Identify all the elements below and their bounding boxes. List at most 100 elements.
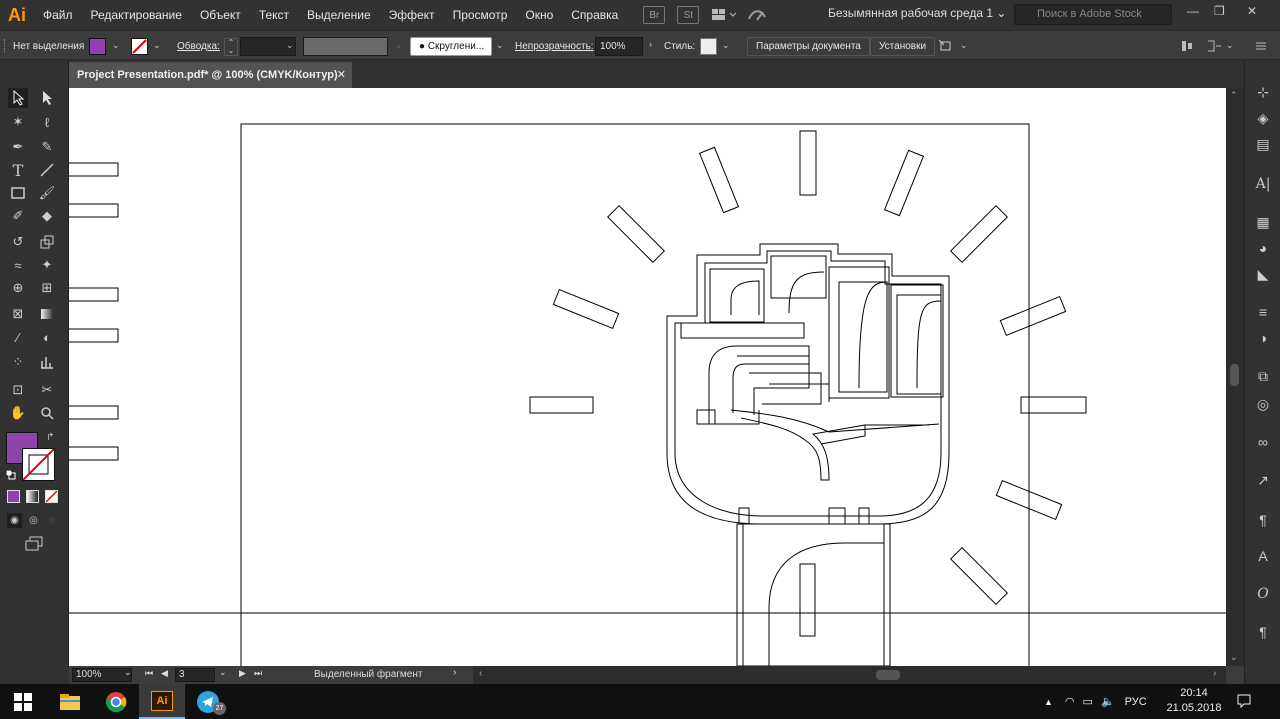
chevron-down-icon[interactable]: ⌄ — [219, 667, 227, 678]
telegram-icon[interactable]: 27 — [185, 684, 231, 719]
type-tool-icon[interactable]: T — [8, 160, 28, 180]
links-panel-icon[interactable]: ∞ — [1253, 432, 1273, 452]
document-setup-button[interactable]: Параметры документа — [747, 37, 870, 56]
appearance-panel-icon[interactable]: ◎ — [1253, 394, 1273, 414]
chrome-icon[interactable] — [93, 684, 139, 719]
transform-icon[interactable] — [938, 39, 954, 53]
gradient-mode-button[interactable] — [26, 490, 39, 503]
scrollbar-thumb[interactable] — [876, 670, 900, 680]
chevron-down-icon[interactable]: ⌄ — [496, 40, 504, 51]
swatches-panel-icon[interactable]: ▦ — [1253, 212, 1273, 232]
scroll-right-icon[interactable]: › — [1213, 668, 1216, 679]
opacity-input[interactable]: 100% — [595, 37, 643, 56]
document-tab[interactable]: Project Presentation.pdf* @ 100% (CMYK/К… — [69, 62, 352, 88]
chevron-right-icon[interactable]: › — [453, 667, 456, 678]
menu-effect[interactable]: Эффект — [380, 0, 444, 30]
symbol-sprayer-tool-icon[interactable]: ⁘ — [8, 352, 28, 372]
variable-width-profile[interactable] — [303, 37, 388, 56]
artboards-panel-icon[interactable]: ⊹ — [1253, 82, 1273, 102]
isolate-icon[interactable] — [1206, 39, 1222, 53]
none-mode-button[interactable] — [45, 490, 58, 503]
arrange-documents-icon[interactable] — [711, 7, 739, 23]
illustrator-logo[interactable]: Ai — [0, 0, 34, 30]
puppet-warp-tool-icon[interactable]: ✦ — [37, 255, 57, 275]
character-styles-icon[interactable]: A — [1253, 546, 1273, 566]
illustrator-taskbar-icon[interactable]: Ai — [139, 684, 185, 719]
vertical-scrollbar[interactable]: ⌃ ⌄ — [1226, 88, 1244, 666]
lasso-tool-icon[interactable]: ℓ — [37, 112, 57, 132]
chevron-down-icon[interactable]: ⌄ — [722, 40, 730, 51]
color-mode-button[interactable] — [7, 490, 20, 503]
menu-help[interactable]: Справка — [562, 0, 627, 30]
eraser-tool-icon[interactable]: ◆ — [37, 206, 57, 226]
blend-tool-icon[interactable]: ◐ — [37, 327, 57, 347]
draw-normal-icon[interactable]: ◉ — [7, 513, 22, 528]
last-artboard-icon[interactable]: ⏭ — [254, 668, 262, 679]
zoom-select[interactable]: 100% — [72, 668, 132, 682]
export-panel-icon[interactable]: ↗ — [1253, 470, 1273, 490]
mesh-tool-icon[interactable]: ⊠ — [8, 304, 28, 324]
clock[interactable]: 20:14 21.05.2018 — [1166, 686, 1222, 716]
close-window-button[interactable]: ✕ — [1247, 4, 1257, 18]
color-guide-icon[interactable]: ◕ — [1253, 238, 1273, 258]
file-explorer-icon[interactable] — [47, 684, 93, 719]
stock-button[interactable]: St — [677, 6, 700, 24]
previous-artboard-icon[interactable]: ◀ — [161, 668, 168, 679]
stroke-color-box[interactable] — [22, 448, 55, 481]
stock-search-input[interactable]: Поиск в Adobe Stock — [1014, 4, 1172, 25]
swap-colors-icon[interactable]: ↱ — [46, 432, 54, 443]
artboard-number-input[interactable]: 3 — [175, 668, 215, 682]
status-info-text[interactable]: Выделенный фрагмент — [314, 669, 422, 680]
direct-selection-tool-icon[interactable] — [37, 88, 57, 108]
preferences-button[interactable]: Установки — [870, 37, 936, 56]
shaper-tool-icon[interactable]: ✐ — [8, 206, 28, 226]
gradient-tool-icon[interactable] — [37, 304, 57, 324]
scroll-left-icon[interactable]: ‹ — [479, 668, 482, 679]
scroll-up-icon[interactable]: ⌃ — [1230, 90, 1238, 101]
properties-panel-icon[interactable]: ▤ — [1253, 134, 1273, 154]
slice-tool-icon[interactable]: ✂ — [37, 380, 57, 400]
wifi-icon[interactable]: ◠ — [1065, 695, 1075, 708]
first-artboard-icon[interactable]: ⏮ — [145, 668, 153, 679]
width-tool-icon[interactable]: ≈ — [8, 255, 28, 275]
curvature-tool-icon[interactable]: ✎ — [37, 137, 57, 157]
align-icon[interactable] — [1180, 39, 1196, 53]
selection-tool-icon[interactable] — [8, 88, 28, 108]
graphic-style-swatch[interactable] — [700, 38, 717, 55]
close-icon[interactable]: ✕ — [337, 62, 346, 88]
bridge-button[interactable]: Br — [643, 6, 666, 24]
gradient-panel-icon[interactable]: ◣ — [1253, 264, 1273, 284]
zoom-tool-icon[interactable] — [37, 403, 57, 423]
magic-wand-tool-icon[interactable]: ✶ — [8, 112, 28, 132]
artboard-tool-icon[interactable]: ⊡ — [8, 380, 28, 400]
gpu-performance-icon[interactable] — [747, 7, 769, 23]
stroke-swatch[interactable] — [131, 38, 148, 55]
chevron-down-icon[interactable]: ⌄ — [1226, 40, 1234, 51]
windows-start-icon[interactable] — [0, 684, 46, 719]
battery-icon[interactable]: ▭ — [1083, 695, 1093, 708]
opentype-panel-icon[interactable]: O — [1253, 584, 1273, 604]
paragraph-panel-icon[interactable]: ¶ — [1253, 622, 1273, 642]
scale-tool-icon[interactable] — [37, 232, 57, 252]
minimize-button[interactable]: — — [1187, 4, 1199, 18]
artboard-canvas[interactable] — [69, 88, 1226, 666]
stroke-label[interactable]: Обводка: — [177, 31, 220, 61]
rectangle-tool-icon[interactable] — [8, 183, 28, 203]
graph-tool-icon[interactable] — [37, 352, 57, 372]
shape-builder-tool-icon[interactable]: ⊕ — [8, 278, 28, 298]
menu-type[interactable]: Текст — [250, 0, 298, 30]
chevron-down-icon[interactable]: ⌄ — [153, 40, 161, 51]
character-panel-icon[interactable]: A| — [1253, 174, 1273, 194]
next-artboard-icon[interactable]: ▶ — [239, 668, 246, 679]
menu-select[interactable]: Выделение — [298, 0, 380, 30]
perspective-grid-tool-icon[interactable]: ⊞ — [37, 278, 57, 298]
chevron-down-icon[interactable]: ⌄ — [960, 40, 968, 51]
workspace-switcher[interactable]: Безымянная рабочая среда 1 ⌄ — [828, 6, 1006, 20]
screen-mode-icon[interactable] — [24, 535, 44, 551]
chevron-down-icon[interactable]: ⌄ — [112, 40, 120, 51]
restore-button[interactable]: ❐ — [1214, 4, 1225, 18]
stroke-panel-icon[interactable]: ≡ — [1253, 302, 1273, 322]
chevron-right-icon[interactable]: › — [649, 39, 652, 49]
pathfinder-panel-icon[interactable]: ⧉ — [1253, 366, 1273, 386]
paintbrush-tool-icon[interactable]: 🖌 — [37, 183, 57, 203]
